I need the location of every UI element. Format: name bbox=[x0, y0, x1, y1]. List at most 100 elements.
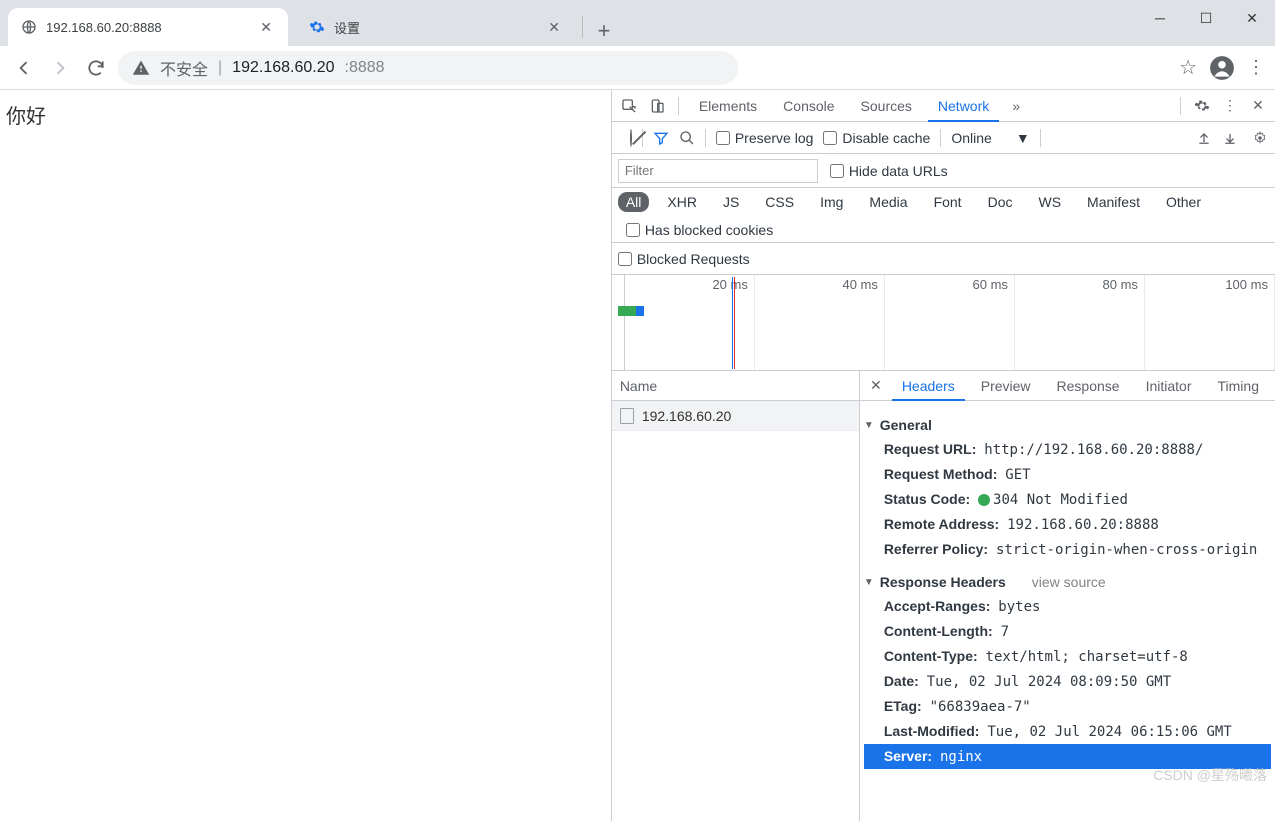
tab-initiator[interactable]: Initiator bbox=[1136, 371, 1202, 401]
header-kv: Content-Type: text/html; charset=utf-8 bbox=[864, 644, 1271, 669]
minimize-button[interactable]: ─ bbox=[1137, 0, 1183, 36]
tab-title: 192.168.60.20:8888 bbox=[46, 20, 256, 35]
divider bbox=[582, 16, 583, 38]
window-controls: ─ ☐ ✕ bbox=[1137, 0, 1275, 36]
close-icon[interactable]: ✕ bbox=[256, 19, 276, 36]
filter-font[interactable]: Font bbox=[926, 192, 970, 212]
response-headers-section: ▼Response Headersview source Accept-Rang… bbox=[864, 566, 1271, 773]
header-kv: Remote Address: 192.168.60.20:8888 bbox=[864, 512, 1271, 537]
kebab-icon[interactable]: ⋮ bbox=[1219, 95, 1241, 117]
filter-js[interactable]: JS bbox=[715, 192, 747, 212]
gear-icon[interactable] bbox=[1191, 95, 1213, 117]
request-row[interactable]: 192.168.60.20 bbox=[612, 401, 859, 431]
maximize-button[interactable]: ☐ bbox=[1183, 0, 1229, 36]
throttle-select[interactable]: Online▼ bbox=[951, 130, 1029, 146]
document-icon bbox=[620, 408, 634, 424]
globe-icon bbox=[20, 18, 38, 36]
tab-elements[interactable]: Elements bbox=[689, 90, 767, 122]
timeline-tick: 80 ms bbox=[1015, 275, 1145, 370]
tab-preview[interactable]: Preview bbox=[971, 371, 1041, 401]
filter-manifest[interactable]: Manifest bbox=[1079, 192, 1148, 212]
tab-console[interactable]: Console bbox=[773, 90, 844, 122]
blocked-cookies-checkbox[interactable]: Has blocked cookies bbox=[626, 222, 773, 238]
section-header-general[interactable]: ▼General bbox=[864, 413, 1271, 437]
filter-doc[interactable]: Doc bbox=[980, 192, 1021, 212]
filter-input[interactable] bbox=[618, 159, 818, 183]
new-tab-button[interactable]: + bbox=[589, 16, 619, 46]
page-body: 你好 bbox=[0, 90, 611, 821]
divider bbox=[940, 129, 941, 147]
filter-img[interactable]: Img bbox=[812, 192, 851, 212]
back-button[interactable] bbox=[10, 54, 38, 82]
header-kv: Server: nginx bbox=[864, 744, 1271, 769]
network-splitpane: Name 192.168.60.20 ✕ Headers Preview Res… bbox=[612, 371, 1275, 821]
divider bbox=[1180, 97, 1181, 115]
menu-icon[interactable]: ⋮ bbox=[1247, 57, 1265, 78]
inspect-icon[interactable] bbox=[618, 95, 640, 117]
browser-tab-1[interactable]: 192.168.60.20:8888 ✕ bbox=[8, 8, 288, 46]
section-header-response[interactable]: ▼Response Headersview source bbox=[864, 570, 1271, 594]
header-kv: Referrer Policy: strict-origin-when-cros… bbox=[864, 537, 1271, 562]
upload-har-icon[interactable] bbox=[1197, 131, 1211, 145]
address-bar[interactable]: 不安全 | 192.168.60.20 :8888 bbox=[118, 51, 738, 85]
timeline[interactable]: 20 ms 40 ms 60 ms 80 ms 100 ms bbox=[612, 275, 1275, 371]
disable-cache-checkbox[interactable]: Disable cache bbox=[823, 130, 930, 146]
type-filter-row: All XHR JS CSS Img Media Font Doc WS Man… bbox=[612, 188, 1275, 243]
timeline-tick: 40 ms bbox=[755, 275, 885, 370]
header-kv: Date: Tue, 02 Jul 2024 08:09:50 GMT bbox=[864, 669, 1271, 694]
divider bbox=[1040, 129, 1041, 147]
insecure-icon bbox=[132, 59, 150, 77]
filter-icon[interactable] bbox=[653, 130, 669, 146]
filter-ws[interactable]: WS bbox=[1030, 192, 1069, 212]
blocked-requests-checkbox[interactable]: Blocked Requests bbox=[618, 251, 750, 267]
close-window-button[interactable]: ✕ bbox=[1229, 0, 1275, 36]
clear-button[interactable] bbox=[630, 130, 632, 146]
devtools-panel: Elements Console Sources Network » ⋮ ✕ bbox=[611, 90, 1275, 821]
timeline-tick: 20 ms bbox=[625, 275, 755, 370]
request-header-name[interactable]: Name bbox=[612, 371, 859, 401]
filter-media[interactable]: Media bbox=[861, 192, 915, 212]
reload-button[interactable] bbox=[82, 54, 110, 82]
view-source-link[interactable]: view source bbox=[1032, 574, 1106, 590]
header-kv: Content-Length: 7 bbox=[864, 619, 1271, 644]
header-kv: Last-Modified: Tue, 02 Jul 2024 06:15:06… bbox=[864, 719, 1271, 744]
device-icon[interactable] bbox=[646, 95, 668, 117]
request-name: 192.168.60.20 bbox=[642, 408, 732, 424]
star-icon[interactable]: ☆ bbox=[1179, 55, 1197, 80]
header-kv: Request Method: GET bbox=[864, 462, 1271, 487]
network-toolbar: Preserve log Disable cache Online▼ bbox=[612, 122, 1275, 154]
tab-network[interactable]: Network bbox=[928, 90, 999, 122]
browser-tab-2[interactable]: 设置 ✕ bbox=[296, 8, 576, 46]
tab-timing[interactable]: Timing bbox=[1208, 371, 1270, 401]
request-detail: ✕ Headers Preview Response Initiator Tim… bbox=[860, 371, 1275, 821]
forward-button[interactable] bbox=[46, 54, 74, 82]
search-icon[interactable] bbox=[679, 130, 695, 146]
overflow-icon[interactable]: » bbox=[1005, 95, 1027, 117]
tab-headers[interactable]: Headers bbox=[892, 371, 965, 401]
close-devtools-icon[interactable]: ✕ bbox=[1247, 95, 1269, 117]
gear-icon[interactable] bbox=[1253, 131, 1267, 145]
filter-other[interactable]: Other bbox=[1158, 192, 1209, 212]
timeline-tick: 100 ms bbox=[1145, 275, 1275, 370]
profile-icon[interactable] bbox=[1209, 55, 1235, 81]
filter-xhr[interactable]: XHR bbox=[659, 192, 705, 212]
url-port: :8888 bbox=[345, 59, 385, 77]
browser-titlebar: 192.168.60.20:8888 ✕ 设置 ✕ + ─ ☐ ✕ bbox=[0, 0, 1275, 46]
insecure-label: 不安全 bbox=[160, 56, 208, 80]
hide-data-urls-checkbox[interactable]: Hide data URLs bbox=[830, 163, 948, 179]
url-host: 192.168.60.20 bbox=[232, 59, 334, 77]
blocked-requests-row: Blocked Requests bbox=[612, 243, 1275, 275]
gear-icon bbox=[308, 18, 326, 36]
detail-body: ▼General Request URL: http://192.168.60.… bbox=[860, 401, 1275, 821]
download-har-icon[interactable] bbox=[1223, 131, 1237, 145]
domcontent-line bbox=[732, 277, 733, 369]
close-icon[interactable]: ✕ bbox=[544, 19, 564, 36]
separator: | bbox=[218, 59, 222, 77]
preserve-log-checkbox[interactable]: Preserve log bbox=[716, 130, 814, 146]
tab-response[interactable]: Response bbox=[1047, 371, 1130, 401]
filter-row: Hide data URLs bbox=[612, 154, 1275, 188]
filter-css[interactable]: CSS bbox=[757, 192, 802, 212]
filter-all[interactable]: All bbox=[618, 192, 650, 212]
tab-sources[interactable]: Sources bbox=[851, 90, 922, 122]
close-detail-icon[interactable]: ✕ bbox=[866, 377, 886, 394]
